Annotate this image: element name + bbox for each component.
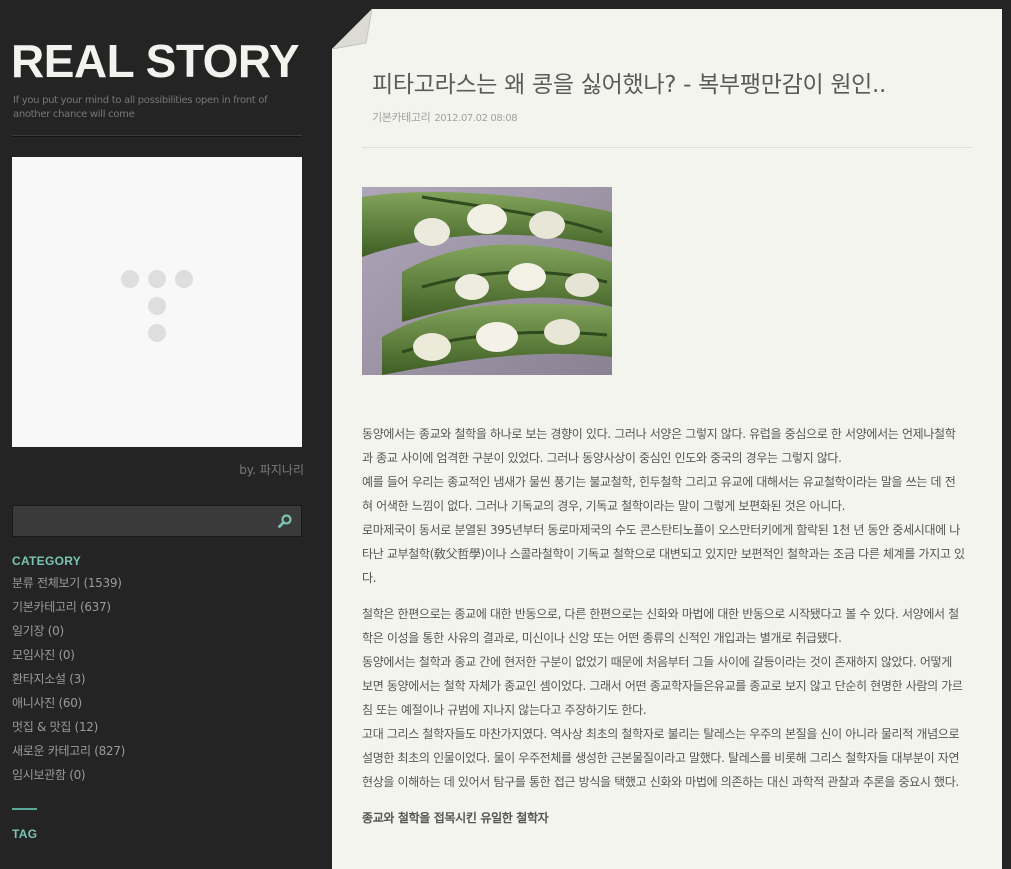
post-paragraph-text: 로마제국이 동서로 분열된 395년부터 동로마제국의 수도 콘스탄티노플이 오… — [362, 523, 965, 585]
page-curl-decoration — [332, 9, 372, 49]
search-box — [12, 505, 302, 537]
category-item[interactable]: 멋집 & 맛집 (12) — [12, 717, 125, 741]
category-item[interactable]: 분류 전체보기 (1539) — [12, 573, 125, 597]
placeholder-dot — [121, 270, 139, 288]
post-paragraph: 동양에서는 종교와 철학을 하나로 보는 경향이 있다. 그러나 서양은 그렇지… — [362, 422, 966, 590]
post-subheading: 종교와 철학을 접목시킨 유일한 철학자 — [362, 811, 549, 825]
placeholder-dot — [148, 270, 166, 288]
placeholder-dot — [148, 297, 166, 315]
post-title[interactable]: 피타고라스는 왜 콩을 싫어했나? - 복부팽만감이 원인.. — [372, 65, 886, 99]
post-paragraph: 철학은 한편으로는 종교에 대한 반동으로, 다른 한편으로는 신화와 마법에 … — [362, 602, 966, 794]
post-content-area: 피타고라스는 왜 콩을 싫어했나? - 복부팽만감이 원인.. 기본카테고리 20… — [332, 9, 1002, 869]
post-body: 동양에서는 종교와 철학을 하나로 보는 경향이 있다. 그러나 서양은 그렇지… — [362, 422, 966, 830]
category-heading: CATEGORY — [12, 554, 82, 568]
placeholder-dot — [175, 270, 193, 288]
post-date: 2012.07.02 08:08 — [434, 113, 518, 124]
category-item[interactable]: 애니사진 (60) — [12, 693, 125, 717]
category-item[interactable]: 모임사진 (0) — [12, 645, 125, 669]
post-paragraph-text: 동양에서는 종교와 철학을 하나로 보는 경향이 있다. 그러나 서양은 그렇지… — [362, 427, 956, 465]
profile-image-placeholder — [12, 157, 302, 447]
post-meta: 기본카테고리 2012.07.02 08:08 — [372, 109, 518, 125]
post-paragraph-text: 철학은 한편으로는 종교에 대한 반동으로, 다른 한편으로는 신화와 마법에 … — [362, 607, 959, 645]
search-input[interactable] — [19, 512, 273, 532]
category-list: 분류 전체보기 (1539) 기본카테고리 (637) 일기장 (0) 모임사진… — [12, 573, 125, 789]
sidebar-divider — [12, 135, 302, 137]
search-icon[interactable] — [277, 513, 293, 529]
post-paragraph-text: 예를 들어 우리는 종교적인 냄새가 물씬 풍기는 불교철학, 힌두철학 그리고… — [362, 475, 956, 513]
sidebar: REAL STORY If you put your mind to all p… — [0, 0, 332, 861]
profile-byline: by. 파지나리 — [239, 463, 304, 477]
tag-divider — [12, 808, 37, 810]
blog-description: If you put your mind to all possibilitie… — [13, 95, 268, 120]
category-item[interactable]: 환타지소설 (3) — [12, 669, 125, 693]
tag-heading: TAG — [12, 827, 38, 841]
blog-title[interactable]: REAL STORY — [11, 36, 300, 86]
category-item[interactable]: 임시보관함 (0) — [12, 765, 125, 789]
placeholder-dot — [148, 324, 166, 342]
category-item[interactable]: 새로운 카테고리 (827) — [12, 741, 125, 765]
post-category[interactable]: 기본카테고리 — [372, 111, 431, 124]
category-item[interactable]: 일기장 (0) — [12, 621, 125, 645]
post-paragraph-text: 동양에서는 철학과 종교 간에 현저한 구분이 없었기 때문에 처음부터 그들 … — [362, 655, 963, 717]
category-item[interactable]: 기본카테고리 (637) — [12, 597, 125, 621]
post-paragraph-text: 고대 그리스 철학자들도 마찬가지였다. 역사상 최초의 철학자로 불리는 탈레… — [362, 727, 960, 789]
post-image — [362, 187, 612, 375]
post-divider — [362, 147, 972, 148]
